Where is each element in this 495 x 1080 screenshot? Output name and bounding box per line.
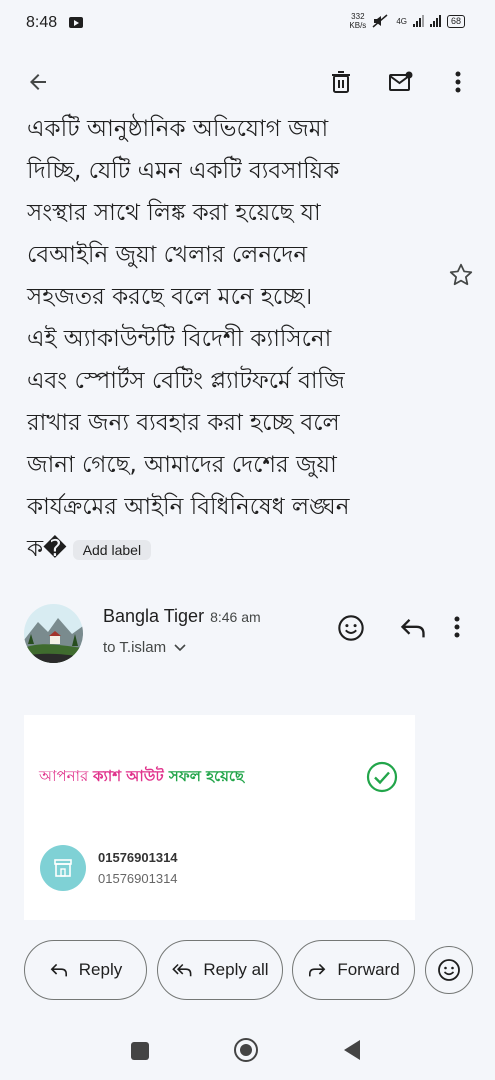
cashout-msg-part1: আপনার (39, 767, 94, 785)
body-line: রাখার জন্য ব্যবহার করা হচ্ছে বলে (27, 410, 340, 436)
body-line: সংস্থার সাথে লিঙ্ক করা হয়েছে যা (27, 200, 321, 226)
sender-time: 8:46 am (210, 609, 261, 625)
cashout-message: আপনার ক্যাশ আউট সফল হয়েছে (39, 765, 244, 790)
add-label-chip[interactable]: Add label (72, 539, 152, 560)
body-line: জানা গেছে, আমাদের দেশের জুয়া (27, 452, 337, 478)
reply-all-button[interactable]: Reply all (157, 940, 283, 1000)
body-line: এবং স্পোর্টস বেটিং প্ল্যাটফর্মে বাজি (27, 368, 345, 394)
reply-button[interactable]: Reply (24, 940, 147, 1000)
body-line: দিচ্ছি, যেটি এমন একটি ব্যবসায়িক (27, 158, 340, 184)
body-line: বেআইনি জুয়া খেলার লেনদেন (27, 242, 308, 268)
check-circle-icon (366, 761, 398, 793)
reply-icon (400, 619, 425, 638)
network-speed: 332 KB/s (349, 12, 366, 30)
forward-label: Forward (337, 960, 400, 979)
status-indicators: 332 KB/s 4G 68 (349, 12, 465, 30)
more-vert-icon (454, 616, 460, 638)
trash-icon (332, 71, 350, 93)
shop-glyph (54, 859, 72, 877)
system-nav-bar (0, 1020, 495, 1080)
back-button[interactable] (20, 64, 56, 100)
star-icon (449, 263, 473, 286)
quick-reply-button[interactable] (399, 616, 427, 640)
emoji-icon (338, 615, 364, 641)
recipient-line: to T.islam (103, 639, 167, 656)
body-line: কার্যক্রমের আইনি বিধিনিষেধ লঙ্ঘন (27, 494, 350, 520)
battery-icon: 68 (446, 14, 465, 28)
chevron-down-icon (174, 644, 186, 652)
avatar-image (24, 604, 83, 663)
reply-label: Reply (78, 960, 123, 979)
status-bar: 8:48 332 KB/s 4G 68 (0, 0, 495, 48)
avatar[interactable] (24, 604, 83, 663)
forward-button[interactable]: Forward (292, 940, 415, 1000)
network-speed-value: 332 (351, 12, 365, 21)
forward-icon (309, 963, 326, 977)
add-reaction-button[interactable] (337, 614, 365, 642)
body-line: এই অ্যাকাউন্টটি বিদেশী ক্যাসিনো (27, 326, 332, 352)
store-icon (40, 845, 86, 891)
embedded-image-card: আপনার ক্যাশ আউট সফল হয়েছে 01576901314 0… (24, 715, 415, 920)
more-options-button[interactable] (440, 64, 476, 100)
account-number: 01576901314 (98, 850, 178, 865)
react-emoji-button[interactable] (425, 946, 473, 994)
home-button[interactable] (234, 1038, 258, 1062)
message-more-button[interactable] (454, 616, 470, 642)
reply-all-icon (172, 963, 192, 977)
mark-unread-button[interactable] (383, 64, 419, 100)
recipient-details-toggle[interactable]: to T.islam (103, 639, 186, 656)
emoji-icon (438, 959, 460, 981)
delete-button[interactable] (323, 64, 359, 100)
body-line: একটি আনুষ্ঠানিক অভিযোগ জমা (27, 116, 329, 142)
status-time: 8:48 (26, 14, 58, 31)
cashout-msg-part3: সফল হয়েছে (168, 767, 245, 785)
signal-icon (412, 15, 424, 27)
recents-button[interactable] (131, 1042, 149, 1060)
mark-unread-icon (389, 71, 413, 91)
body-line: সহজতর করছে বলে মনে হচ্ছে। (27, 284, 313, 310)
arrow-left-icon (30, 74, 46, 90)
reply-icon (50, 963, 67, 977)
network-speed-unit: KB/s (349, 21, 367, 30)
network-type: 4G (396, 16, 407, 26)
sender-name-line: Bangla Tiger 8:46 am (103, 606, 261, 627)
body-line: ক� (27, 536, 67, 562)
cashout-msg-part2: ক্যাশ আউট (93, 767, 169, 785)
body-last-line: ক� Add label (27, 528, 437, 570)
star-button[interactable] (448, 262, 474, 288)
youtube-notification-icon (69, 17, 83, 28)
sender-name: Bangla Tiger (103, 606, 205, 626)
account-number-secondary: 01576901314 (98, 871, 178, 886)
signal-icon-2 (429, 15, 441, 27)
system-back-button[interactable] (344, 1040, 360, 1060)
reply-actions: Reply Reply all Forward (0, 920, 495, 1020)
email-body: একটি আনুষ্ঠানিক অভিযোগ জমা দিচ্ছি, যেটি … (27, 108, 437, 570)
reply-all-label: Reply all (203, 960, 269, 979)
sender-row: Bangla Tiger 8:46 am to T.islam (24, 604, 484, 668)
mute-icon (372, 14, 388, 28)
more-vert-icon (455, 71, 461, 93)
